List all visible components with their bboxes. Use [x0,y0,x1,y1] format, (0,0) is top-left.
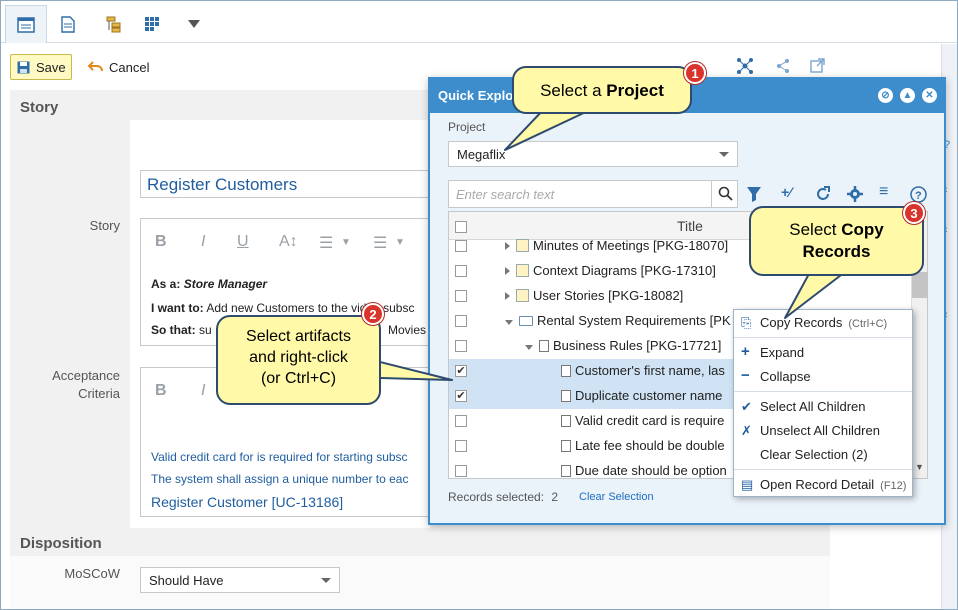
callout-bold-text: Copy [841,220,884,239]
step-badge: 3 [903,202,925,224]
callout-select-artifacts: Select artifacts and right-click (or Ctr… [216,315,381,405]
step-badge: 2 [362,303,384,325]
callout-text: and right-click [249,349,348,366]
callout-copy-records: Select Copy Records [749,206,924,276]
callout-text: Select [789,220,842,239]
step-badge: 1 [684,62,706,84]
callout-text: Select a [540,81,607,100]
callout-bold-text: Project [606,81,664,100]
callout-text: (or Ctrl+C) [260,370,337,387]
callout-bold-text: Records [802,242,871,261]
callout-select-project: Select a Project [512,66,692,114]
callout-text: Select artifacts [246,328,351,345]
callout-tails [379,107,846,381]
